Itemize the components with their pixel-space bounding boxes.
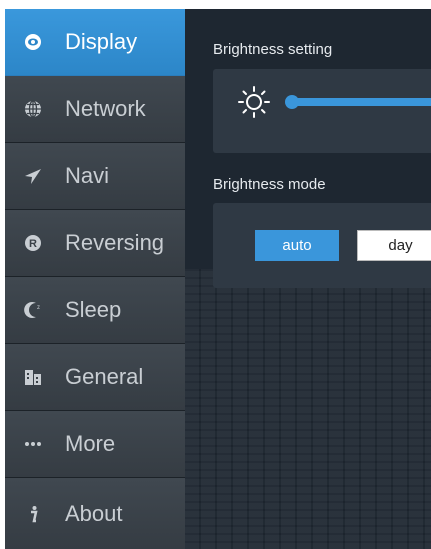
moon-icon: z [23, 300, 43, 320]
sidebar-item-label: About [65, 500, 123, 526]
sidebar-item-label: Network [65, 96, 146, 121]
sidebar-item-display[interactable]: Display [5, 9, 185, 76]
sidebar-item-network[interactable]: Network [5, 76, 185, 143]
mode-day-button[interactable]: day [357, 230, 431, 261]
sidebar-item-general[interactable]: General [5, 344, 185, 411]
brightness-panel [213, 69, 431, 153]
sidebar-item-navi[interactable]: Navi [5, 143, 185, 210]
brightness-slider[interactable] [291, 98, 431, 106]
sun-icon [237, 85, 271, 119]
brightness-mode-title: Brightness mode [213, 176, 326, 193]
settings-window: Display Network Navi R Reversing z Sleep [5, 9, 431, 549]
eye-icon [23, 32, 43, 52]
sidebar-item-reversing[interactable]: R Reversing [5, 210, 185, 277]
reverse-r-icon: R [23, 233, 43, 253]
sidebar-item-about[interactable]: About [5, 478, 185, 549]
globe-icon [23, 99, 43, 119]
sidebar-item-label: More [65, 431, 116, 456]
sidebar-item-label: General [65, 364, 144, 389]
sidebar-item-label: Navi [65, 163, 110, 188]
sidebar-item-label: Reversing [65, 230, 165, 255]
svg-text:z: z [37, 305, 40, 311]
info-icon [23, 504, 43, 524]
sidebar-item-sleep[interactable]: z Sleep [5, 277, 185, 344]
mode-auto-button[interactable]: auto [255, 230, 339, 261]
sidebar-item-label: Display [65, 29, 138, 54]
brightness-mode-panel: auto day [213, 203, 431, 288]
sidebar-item-more[interactable]: More [5, 411, 185, 478]
sidebar-item-label: Sleep [65, 297, 122, 322]
navigation-arrow-icon [23, 166, 43, 186]
more-dots-icon [23, 434, 43, 454]
display-settings-panel: Brightness setting Brightness mode auto [185, 9, 431, 549]
building-icon [23, 367, 43, 387]
brightness-setting-title: Brightness setting [213, 41, 333, 58]
sidebar: Display Network Navi R Reversing z Sleep [5, 9, 185, 549]
svg-text:R: R [29, 238, 37, 250]
